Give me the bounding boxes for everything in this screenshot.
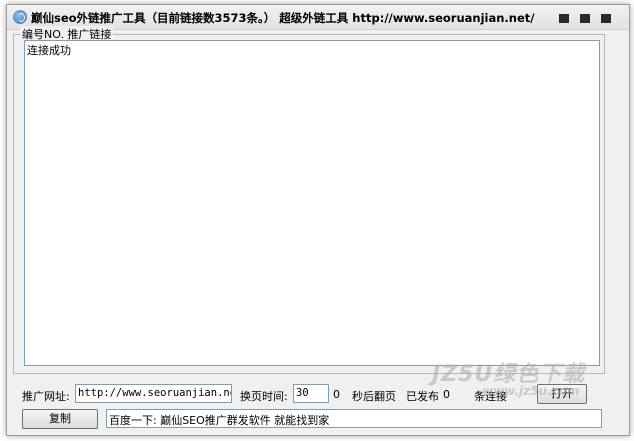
log-textarea[interactable]: 连接成功 — [24, 40, 600, 366]
window-title: 巅仙seo外链推广工具（目前链接数3573条。） 超级外链工具 http://w… — [31, 11, 535, 25]
copy-button[interactable]: 复制 — [22, 409, 98, 429]
interval-input[interactable]: 30 — [293, 384, 329, 403]
app-icon — [13, 10, 27, 24]
url-input[interactable]: http://www.seoruanjian.net/ — [75, 384, 232, 403]
page-turn-label: 秒后翻页 — [352, 390, 396, 403]
url-label: 推广网址: — [22, 390, 70, 403]
maximize-icon[interactable] — [580, 14, 590, 23]
published-count: 0 — [443, 388, 450, 401]
promo-field[interactable]: 百度一下: 巅仙SEO推广群发软件 就能找到家 — [106, 409, 602, 428]
zero-value: 0 — [333, 388, 340, 401]
interval-label: 换页时间: — [240, 390, 288, 403]
close-icon[interactable] — [601, 14, 611, 23]
minimize-icon[interactable] — [559, 14, 569, 23]
watermark-url: www.jz5u.com — [482, 384, 580, 398]
log-line: 连接成功 — [27, 44, 71, 57]
published-label: 已发布 — [406, 390, 439, 403]
